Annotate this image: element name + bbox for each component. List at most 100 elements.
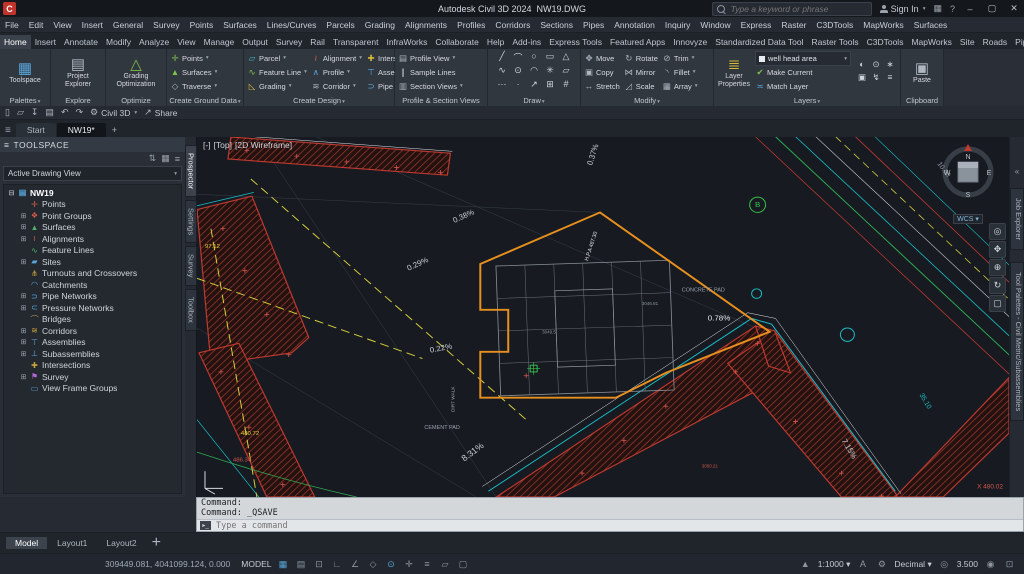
redo-icon[interactable]: ↷ [75,107,83,118]
menu-item[interactable]: Points [185,20,219,30]
expand-icon[interactable]: ⊞ [20,373,27,381]
surfaces-button[interactable]: ▲Surfaces▾ [170,66,240,79]
panel-label-explore[interactable]: Explore [51,95,105,106]
menu-item[interactable]: View [48,20,76,30]
expand-icon[interactable]: ⊞ [20,304,27,312]
open-drawing-icon[interactable]: ▱ [17,107,24,118]
make-current-button[interactable]: ✔Make Current [755,66,851,79]
toolspace-side-tab[interactable]: Toolbox [185,289,197,331]
toolspace-tree-item[interactable]: ⊞⚑Survey [4,371,181,383]
annotation-visibility-icon[interactable]: A [856,559,869,569]
menu-item[interactable]: Surfaces [218,20,262,30]
ribbon-tab[interactable]: Innovyze [669,35,711,49]
menu-item[interactable]: Annotation [609,20,660,30]
mirror-button[interactable]: ⋈Mirror [624,66,658,79]
toolspace-tree-item[interactable]: ✛Points [4,199,181,211]
compass-north[interactable]: N [965,154,970,161]
menu-item[interactable]: Inquiry [660,20,696,30]
toolspace-tree-item[interactable]: ⊞▰Sites [4,256,181,268]
menu-item[interactable]: Sections [535,20,578,30]
move-button[interactable]: ✥Move [584,52,620,65]
menu-item[interactable]: Profiles [452,20,490,30]
layout-tab[interactable]: Model [6,537,47,549]
hatch-tool-icon[interactable]: ⊞ [542,79,558,93]
selection-cycling-icon[interactable]: ▢ [457,559,470,570]
panorama-icon[interactable]: ▦ [161,153,170,164]
model-space-indicator[interactable]: MODEL [241,559,271,569]
layer-walk-icon[interactable]: ↯ [869,72,883,85]
collapsed-palette-tab[interactable]: Job Explorer [1010,188,1024,250]
ortho-mode-icon[interactable]: ∟ [331,559,344,569]
panel-label-palettes[interactable]: Palettes▾ [0,95,50,106]
layer-state-icon[interactable]: ≡ [883,72,897,85]
restore-button[interactable]: ▢ [985,3,999,14]
point-tool-icon[interactable]: ✳ [542,65,558,79]
ribbon-tab[interactable]: Manage [200,35,239,49]
expand-icon[interactable]: ⊞ [20,235,27,243]
file-tab[interactable]: Start [16,123,56,137]
rotate-button[interactable]: ↻Rotate [624,52,658,65]
layer-isolate-icon[interactable]: ◐ [855,59,869,72]
traverse-button[interactable]: ◇Traverse▾ [170,80,240,93]
region-tool-icon[interactable]: ▱ [558,65,574,79]
ribbon-tab[interactable]: Raster Tools [808,35,863,49]
ribbon-tab[interactable]: Pipes [1011,35,1024,49]
navigation-wheel-icon[interactable]: ◎ [989,223,1006,240]
ray-tool-icon[interactable]: ↗ [526,79,542,93]
isolate-objects-icon[interactable]: ◎ [938,559,951,570]
corridor-button[interactable]: ≋Corridor▾ [311,80,362,93]
polyline-tool-icon[interactable]: ∿ [494,65,510,79]
panel-label-draw[interactable]: Draw▾ [488,95,580,106]
menu-item[interactable]: Alignments [400,20,452,30]
layout-tab[interactable]: Layout1 [48,537,96,549]
new-tab-button[interactable]: + [107,123,122,137]
collapsed-palette-tab[interactable]: Tool Palettes - Civil Metric/Subassembli… [1010,262,1024,421]
undo-icon[interactable]: ↶ [61,107,69,118]
donut-tool-icon[interactable]: ⊙ [510,65,526,79]
expand-icon[interactable]: ⊞ [20,327,27,335]
menu-item[interactable]: Window [695,20,735,30]
snap-mode-icon[interactable]: ▤ [295,559,308,570]
toolspace-header[interactable]: ≡ TOOLSPACE [0,137,185,152]
palette-menu-icon[interactable]: ≡ [4,140,9,150]
help-search[interactable] [712,2,872,16]
sign-in-button[interactable]: Sign In ▾ [880,4,926,14]
ribbon-tab[interactable]: Analyze [135,35,173,49]
divide-tool-icon[interactable]: ⋯ [494,79,510,93]
file-tab-menu-icon[interactable]: ≡ [3,125,15,137]
layer-off-icon[interactable]: ▣ [855,72,869,85]
trim-button[interactable]: ⊘Trim▾ [662,52,698,65]
wcs-dropdown[interactable]: WCS ▾ [953,214,983,224]
ribbon-tab[interactable]: Site [956,35,979,49]
toolspace-tree-item[interactable]: ⊞▲Surfaces [4,222,181,234]
ribbon-tab[interactable]: C3DTools [863,35,908,49]
grading-optimization-button[interactable]: △ Grading Optimization [113,50,159,94]
ribbon-tab[interactable]: Annotate [60,35,102,49]
layer-freeze-icon[interactable]: ⊙ [869,59,883,72]
ribbon-tab[interactable]: Featured Apps [606,35,669,49]
expand-icon[interactable]: ⊞ [20,292,27,300]
transparency-icon[interactable]: ▱ [439,559,452,570]
parcel-button[interactable]: ▱Parcel▾ [247,52,307,65]
plot-icon[interactable]: ▤ [45,107,54,118]
new-drawing-icon[interactable]: ▯ [5,107,10,118]
ribbon-tab[interactable]: Modify [102,35,135,49]
points-button[interactable]: ✛Points▾ [170,52,240,65]
menu-item[interactable]: Survey [148,20,184,30]
active-drawing-view-dropdown[interactable]: Active Drawing View ▾ [3,166,182,181]
panel-label-create-design[interactable]: Create Design▾ [244,95,394,106]
ribbon-tab[interactable]: Insert [31,35,60,49]
menu-item[interactable]: File [0,20,24,30]
expand-icon[interactable]: ⊞ [20,223,27,231]
default-elevation-value[interactable]: 3.500 [957,559,978,569]
drawing-canvas[interactable]: B 0.37%10.000.38%0.29%0.22%0.78%8.31%7.1… [197,137,1009,497]
ribbon-tab[interactable]: Output [238,35,272,49]
ribbon-tab[interactable]: Express Tools [545,35,606,49]
save-icon[interactable]: ↧ [31,107,39,118]
minimize-button[interactable]: – [963,4,977,14]
toolspace-tree-item[interactable]: ∿Feature Lines [4,245,181,257]
expand-icon[interactable]: ⊞ [20,258,27,266]
expand-icon[interactable]: ⊞ [20,350,27,358]
menu-item[interactable]: Edit [24,20,49,30]
project-explorer-button[interactable]: ▤ Project Explorer [55,50,101,94]
